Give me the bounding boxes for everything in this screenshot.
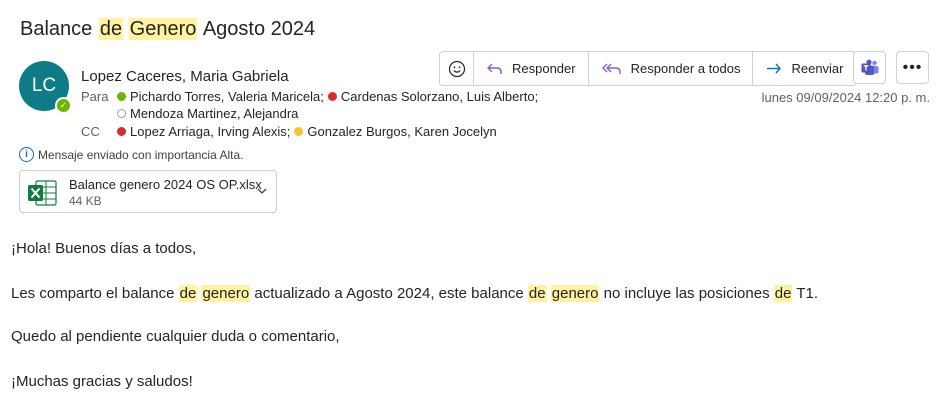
forward-label: Reenviar: [791, 61, 844, 76]
recipient[interactable]: Mendoza Martinez, Alejandra: [117, 106, 298, 121]
reply-all-button[interactable]: Responder a todos: [589, 52, 754, 85]
recipient[interactable]: Pichardo Torres, Valeria Maricela;: [117, 89, 324, 104]
search-highlight: genero: [201, 285, 251, 302]
forward-button[interactable]: Reenviar: [753, 52, 855, 85]
attachment-card[interactable]: Balance genero 2024 OS OP.xlsx 44 KB: [19, 170, 277, 213]
reply-label: Responder: [512, 61, 576, 76]
forward-icon: [767, 63, 782, 73]
presence-away-icon: [294, 127, 304, 136]
sent-date: lunes 09/09/2024 12:20 p. m.: [761, 90, 930, 105]
search-highlight: genero: [550, 285, 600, 302]
importance-notice: i Mensaje enviado con importancia Alta.: [19, 147, 243, 162]
to-row-continued: Mendoza Martinez, Alejandra: [117, 106, 298, 121]
presence-offline-icon: [117, 109, 126, 118]
cc-label: CC: [81, 124, 100, 139]
search-highlight: de: [527, 285, 547, 302]
cc-row: CC Lopez Arriaga, Irving Alexis; Gonzale…: [81, 124, 497, 139]
subject-text: Balance: [20, 18, 98, 40]
emoji-reaction-button[interactable]: [440, 52, 474, 85]
presence-busy-icon: [327, 92, 337, 101]
recipient[interactable]: Gonzalez Burgos, Karen Jocelyn: [294, 124, 497, 139]
reply-icon: [487, 63, 502, 74]
smiley-icon: [448, 60, 465, 77]
to-row: Para Pichardo Torres, Valeria Maricela; …: [81, 89, 538, 104]
teams-button[interactable]: [853, 51, 886, 84]
search-highlight: de: [773, 285, 793, 302]
body-text: T1.: [792, 285, 819, 302]
ellipsis-icon: •••: [902, 58, 923, 76]
reply-all-icon: [601, 63, 621, 74]
subject-highlight: Genero: [128, 18, 198, 40]
avatar-initials: LC: [31, 75, 57, 96]
chevron-down-icon[interactable]: [256, 185, 268, 197]
subject-text: Agosto 2024: [198, 18, 316, 40]
search-highlight: de: [178, 285, 198, 302]
subject-highlight: de: [98, 18, 124, 40]
body-text: no incluye las posiciones: [599, 285, 774, 302]
reply-button[interactable]: Responder: [474, 52, 589, 85]
attachment-name: Balance genero 2024 OS OP.xlsx: [69, 177, 262, 192]
presence-busy-icon: [117, 127, 126, 136]
recipient-name: Mendoza Martinez, Alejandra: [130, 106, 299, 121]
recipient-name: Gonzalez Burgos, Karen Jocelyn: [307, 124, 497, 139]
reply-toolbar: Responder Responder a todos Reenviar: [439, 51, 857, 86]
info-icon: i: [19, 147, 34, 162]
recipient-name: Lopez Arriaga, Irving Alexis;: [130, 124, 291, 139]
presence-available-icon: [117, 92, 126, 101]
teams-icon: [861, 59, 878, 75]
body-closing: Quedo al pendiente cualquier duda o come…: [11, 328, 340, 345]
body-text: actualizado a Agosto 2024, este balance: [250, 285, 528, 302]
recipient-name: Pichardo Torres, Valeria Maricela;: [130, 89, 324, 104]
more-options-button[interactable]: •••: [896, 51, 929, 84]
excel-file-icon: [28, 180, 57, 206]
recipient[interactable]: Lopez Arriaga, Irving Alexis;: [117, 124, 290, 139]
importance-text: Mensaje enviado con importancia Alta.: [38, 147, 244, 162]
body-text: Les comparto el balance: [11, 285, 179, 302]
presence-available-icon: ✓: [55, 97, 72, 114]
recipient[interactable]: Cardenas Solorzano, Luis Alberto;: [327, 89, 539, 104]
reply-all-label: Responder a todos: [630, 61, 741, 76]
email-subject: Balance de Genero Agosto 2024: [19, 18, 316, 41]
to-label: Para: [81, 89, 109, 104]
recipient-name: Cardenas Solorzano, Luis Alberto;: [340, 89, 539, 104]
attachment-size: 44 KB: [69, 194, 102, 208]
sender-name[interactable]: Lopez Caceres, Maria Gabriela: [81, 68, 289, 85]
body-thanks: ¡Muchas gracias y saludos!: [11, 373, 193, 390]
body-greeting: ¡Hola! Buenos días a todos,: [11, 240, 197, 257]
body-paragraph: Les comparto el balance de genero actual…: [11, 285, 818, 302]
